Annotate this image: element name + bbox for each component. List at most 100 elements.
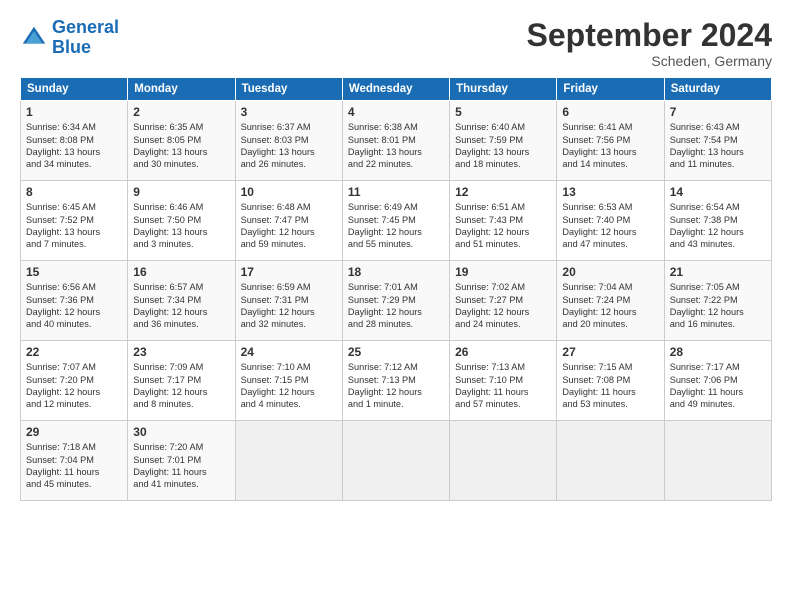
cell-text: Sunrise: 6:53 AMSunset: 7:40 PMDaylight:… (562, 201, 658, 251)
calendar-cell: 15Sunrise: 6:56 AMSunset: 7:36 PMDayligh… (21, 261, 128, 341)
calendar-cell: 6 Sunrise: 6:41 AMSunset: 7:56 PMDaylight… (557, 101, 664, 181)
cell-text: Sunrise: 6:35 AMSunset: 8:05 PMDaylight:… (133, 121, 229, 171)
day-number: 12 (455, 185, 551, 199)
week-row-2: 15Sunrise: 6:56 AMSunset: 7:36 PMDayligh… (21, 261, 772, 341)
day-number: 14 (670, 185, 766, 199)
cell-text: Sunrise: 7:05 AMSunset: 7:22 PMDaylight:… (670, 281, 766, 331)
day-number: 25 (348, 345, 444, 359)
day-number: 10 (241, 185, 337, 199)
week-row-3: 22 Sunrise: 7:07 AMSunset: 7:20 PMDayligh… (21, 341, 772, 421)
cell-text: Sunrise: 6:51 AMSunset: 7:43 PMDaylight:… (455, 201, 551, 251)
cell-text: Sunrise: 7:09 AMSunset: 7:17 PMDaylight:… (133, 361, 229, 411)
calendar-cell: 12 Sunrise: 6:51 AMSunset: 7:43 PMDayligh… (450, 181, 557, 261)
month-title: September 2024 (527, 18, 772, 53)
day-number: 27 (562, 345, 658, 359)
day-number: 13 (562, 185, 658, 199)
header-sunday: Sunday (21, 78, 128, 101)
calendar-cell: 25 Sunrise: 7:12 AMSunset: 7:13 PMDayligh… (342, 341, 449, 421)
week-row-1: 8 Sunrise: 6:45 AMSunset: 7:52 PMDaylight… (21, 181, 772, 261)
cell-text: Sunrise: 6:46 AMSunset: 7:50 PMDaylight:… (133, 201, 229, 251)
cell-text: Sunrise: 6:49 AMSunset: 7:45 PMDaylight:… (348, 201, 444, 251)
calendar-cell: 11 Sunrise: 6:49 AMSunset: 7:45 PMDayligh… (342, 181, 449, 261)
calendar-cell: 21 Sunrise: 7:05 AMSunset: 7:22 PMDayligh… (664, 261, 771, 341)
day-number: 29 (26, 425, 122, 439)
day-number: 16 (133, 265, 229, 279)
header: General Blue September 2024 Scheden, Ger… (20, 18, 772, 69)
cell-text: Sunrise: 6:59 AMSunset: 7:31 PMDaylight:… (241, 281, 337, 331)
week-row-4: 29 Sunrise: 7:18 AMSunset: 7:04 PMDayligh… (21, 421, 772, 501)
calendar-cell: 29 Sunrise: 7:18 AMSunset: 7:04 PMDayligh… (21, 421, 128, 501)
day-number: 11 (348, 185, 444, 199)
calendar-cell: 4 Sunrise: 6:38 AMSunset: 8:01 PMDaylight… (342, 101, 449, 181)
cell-text: Sunrise: 6:45 AMSunset: 7:52 PMDaylight:… (26, 201, 122, 251)
day-number: 7 (670, 105, 766, 119)
calendar-cell (664, 421, 771, 501)
cell-text: Sunrise: 6:34 AMSunset: 8:08 PMDaylight:… (26, 121, 122, 171)
day-number: 5 (455, 105, 551, 119)
calendar-cell: 9 Sunrise: 6:46 AMSunset: 7:50 PMDaylight… (128, 181, 235, 261)
calendar-cell (450, 421, 557, 501)
calendar-cell: 14 Sunrise: 6:54 AMSunset: 7:38 PMDayligh… (664, 181, 771, 261)
cell-text: Sunrise: 6:38 AMSunset: 8:01 PMDaylight:… (348, 121, 444, 171)
calendar-cell: 16Sunrise: 6:57 AMSunset: 7:34 PMDayligh… (128, 261, 235, 341)
calendar-cell: 20 Sunrise: 7:04 AMSunset: 7:24 PMDayligh… (557, 261, 664, 341)
day-number: 2 (133, 105, 229, 119)
calendar-cell: 3 Sunrise: 6:37 AMSunset: 8:03 PMDaylight… (235, 101, 342, 181)
cell-text: Sunrise: 7:12 AMSunset: 7:13 PMDaylight:… (348, 361, 444, 411)
calendar-cell: 18Sunrise: 7:01 AMSunset: 7:29 PMDayligh… (342, 261, 449, 341)
header-saturday: Saturday (664, 78, 771, 101)
cell-text: Sunrise: 6:41 AMSunset: 7:56 PMDaylight:… (562, 121, 658, 171)
cell-text: Sunrise: 6:48 AMSunset: 7:47 PMDaylight:… (241, 201, 337, 251)
day-number: 26 (455, 345, 551, 359)
cell-text: Sunrise: 6:40 AMSunset: 7:59 PMDaylight:… (455, 121, 551, 171)
day-number: 9 (133, 185, 229, 199)
page: General Blue September 2024 Scheden, Ger… (0, 0, 792, 511)
calendar-cell: 22 Sunrise: 7:07 AMSunset: 7:20 PMDayligh… (21, 341, 128, 421)
header-wednesday: Wednesday (342, 78, 449, 101)
header-friday: Friday (557, 78, 664, 101)
day-number: 20 (562, 265, 658, 279)
title-section: September 2024 Scheden, Germany (527, 18, 772, 69)
cell-text: Sunrise: 7:13 AMSunset: 7:10 PMDaylight:… (455, 361, 551, 411)
day-number: 15 (26, 265, 122, 279)
logo-text: General Blue (52, 18, 119, 58)
calendar-cell: 2 Sunrise: 6:35 AMSunset: 8:05 PMDaylight… (128, 101, 235, 181)
calendar-cell: 23 Sunrise: 7:09 AMSunset: 7:17 PMDayligh… (128, 341, 235, 421)
calendar-cell (235, 421, 342, 501)
header-tuesday: Tuesday (235, 78, 342, 101)
day-number: 8 (26, 185, 122, 199)
calendar-cell (557, 421, 664, 501)
day-number: 6 (562, 105, 658, 119)
cell-text: Sunrise: 7:01 AMSunset: 7:29 PMDaylight:… (348, 281, 444, 331)
cell-text: Sunrise: 7:10 AMSunset: 7:15 PMDaylight:… (241, 361, 337, 411)
day-number: 4 (348, 105, 444, 119)
day-number: 22 (26, 345, 122, 359)
day-number: 1 (26, 105, 122, 119)
day-number: 23 (133, 345, 229, 359)
day-number: 17 (241, 265, 337, 279)
logo-icon (20, 24, 48, 52)
cell-text: Sunrise: 7:20 AMSunset: 7:01 PMDaylight:… (133, 441, 229, 491)
day-number: 3 (241, 105, 337, 119)
calendar-cell (342, 421, 449, 501)
cell-text: Sunrise: 6:37 AMSunset: 8:03 PMDaylight:… (241, 121, 337, 171)
header-monday: Monday (128, 78, 235, 101)
header-thursday: Thursday (450, 78, 557, 101)
day-number: 21 (670, 265, 766, 279)
cell-text: Sunrise: 7:07 AMSunset: 7:20 PMDaylight:… (26, 361, 122, 411)
calendar-cell: 27Sunrise: 7:15 AMSunset: 7:08 PMDayligh… (557, 341, 664, 421)
calendar-cell: 7Sunrise: 6:43 AMSunset: 7:54 PMDaylight… (664, 101, 771, 181)
calendar-cell: 30 Sunrise: 7:20 AMSunset: 7:01 PMDayligh… (128, 421, 235, 501)
cell-text: Sunrise: 7:17 AMSunset: 7:06 PMDaylight:… (670, 361, 766, 411)
cell-text: Sunrise: 7:02 AMSunset: 7:27 PMDaylight:… (455, 281, 551, 331)
day-number: 24 (241, 345, 337, 359)
calendar-cell: 17 Sunrise: 6:59 AMSunset: 7:31 PMDayligh… (235, 261, 342, 341)
cell-text: Sunrise: 7:04 AMSunset: 7:24 PMDaylight:… (562, 281, 658, 331)
cell-text: Sunrise: 6:54 AMSunset: 7:38 PMDaylight:… (670, 201, 766, 251)
calendar-cell: 8 Sunrise: 6:45 AMSunset: 7:52 PMDaylight… (21, 181, 128, 261)
day-number: 30 (133, 425, 229, 439)
logo: General Blue (20, 18, 119, 58)
calendar-cell: 24 Sunrise: 7:10 AMSunset: 7:15 PMDayligh… (235, 341, 342, 421)
cell-text: Sunrise: 7:18 AMSunset: 7:04 PMDaylight:… (26, 441, 122, 491)
day-number: 19 (455, 265, 551, 279)
